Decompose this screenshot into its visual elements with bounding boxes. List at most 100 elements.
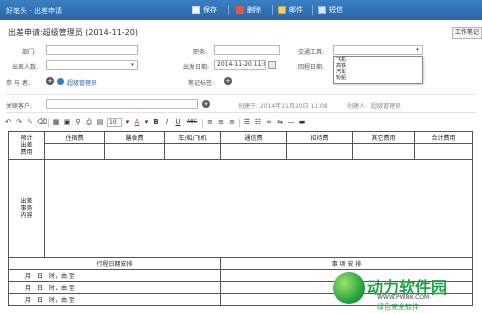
toolbar-separator (48, 118, 49, 127)
title-bar: 好笔头 - 出差申请 保存 删除 邮件 短信 (0, 0, 482, 20)
toolbar-divider (272, 5, 273, 15)
chevron-down-icon[interactable]: ▾ (144, 118, 149, 127)
table-header: 招待费 (286, 131, 353, 144)
strikethrough-button[interactable]: ABC (185, 118, 199, 127)
app-title: 好笔头 - 出差申请 (6, 7, 62, 15)
insert-link-icon[interactable]: ∞ (265, 118, 273, 127)
page-title: 出差申请:超级管理员 (2014-11-20) (8, 28, 138, 37)
chevron-down-icon[interactable]: ▾ (414, 47, 421, 54)
department-label: 部门: (22, 49, 37, 56)
image-icon[interactable]: ▣ (63, 118, 71, 127)
transport-label: 交通工具: (298, 49, 325, 56)
delete-label: 删除 (247, 6, 261, 14)
sms-button[interactable]: 短信 (318, 5, 343, 15)
underline-button[interactable]: U (174, 118, 182, 127)
participants-label: 参 与 者: (6, 80, 30, 87)
table-cell[interactable] (44, 143, 105, 160)
department-input[interactable] (46, 45, 138, 55)
people-label: 出差人数: (12, 64, 39, 71)
link-icon[interactable]: ⚲ (74, 118, 82, 127)
depart-date-label: 出发日期: (183, 64, 210, 71)
depart-date-input[interactable]: 2014-11-20 11:08 (214, 60, 266, 70)
items-content-cell[interactable] (44, 159, 473, 258)
table-icon[interactable]: ▦ (52, 118, 60, 127)
align-right-icon[interactable]: ≡ (228, 118, 236, 127)
unordered-list-icon[interactable]: ☷ (254, 118, 262, 127)
budget-label: 预计出差费用 (20, 135, 33, 156)
align-center-icon[interactable]: ≡ (217, 118, 225, 127)
clear-format-icon[interactable]: ⌫ (37, 118, 47, 127)
budget-label-cell: 预计出差费用 (8, 131, 45, 160)
toolbar-separator (239, 118, 240, 127)
logo-ball-icon (333, 272, 365, 304)
toolbar-separator (202, 118, 203, 127)
mail-button[interactable]: 邮件 (278, 5, 303, 15)
table-header: 车/船/飞机 (164, 131, 221, 144)
save-icon (192, 6, 200, 14)
matters-header: 事 项 安 排 (220, 257, 473, 270)
undo-icon[interactable]: ↶ (4, 118, 12, 127)
delete-icon (236, 6, 244, 14)
table-cell[interactable] (220, 143, 287, 160)
table-header: 膳食费 (104, 131, 165, 144)
position-label: 职务: (193, 49, 208, 56)
participant-link[interactable]: 超级管理员 (67, 78, 97, 87)
redo-icon[interactable]: ↷ (15, 118, 23, 127)
preview-icon[interactable]: ▤ (96, 118, 104, 127)
add-participant-icon[interactable]: + (46, 77, 54, 85)
format-painter-icon[interactable]: ✎ (26, 118, 34, 127)
schedule-row[interactable]: 月 日 时，由 至 (8, 269, 221, 282)
table-cell[interactable] (414, 143, 473, 160)
note-tags-label: 笔记标签: (188, 80, 215, 87)
delete-button[interactable]: 删除 (236, 5, 261, 15)
editor-toolbar: ↶ ↷ ✎ ⌫ ▦ ▣ ⚲ ⎙ ▤ 10 ▾ A ▾ B I U ABC ≡ ≡… (4, 117, 480, 128)
font-color-icon[interactable]: A (133, 118, 141, 127)
table-header: 住宿费 (44, 131, 105, 144)
schedule-header: 行程日期安排 (8, 257, 221, 270)
watermark-url: WWW.PW88.COM (377, 294, 430, 301)
add-tag-icon[interactable]: + (224, 77, 232, 85)
save-label: 保存 (203, 6, 217, 14)
italic-button[interactable]: I (163, 118, 171, 127)
source-icon[interactable]: ▬ (298, 118, 306, 127)
divider (6, 94, 476, 95)
table-cell[interactable] (164, 143, 221, 160)
transport-dropdown-list: 飞机 高铁 汽车 轮船 (333, 56, 423, 84)
mail-label: 邮件 (289, 6, 303, 14)
add-customer-icon[interactable]: + (202, 100, 210, 108)
schedule-row[interactable]: 月 日 时，由 至 (8, 281, 221, 294)
table-cell[interactable] (352, 143, 415, 160)
table-header: 其它费用 (352, 131, 415, 144)
align-left-icon[interactable]: ≡ (206, 118, 214, 127)
schedule-row[interactable]: 月 日 时，由 至 (8, 293, 221, 306)
toolbar-divider (228, 5, 229, 15)
table-cell[interactable] (104, 143, 165, 160)
people-select[interactable]: ▾ (46, 60, 138, 70)
sms-label: 短信 (329, 6, 343, 14)
items-label: 出差事务内容 (20, 198, 33, 219)
unlink-icon[interactable]: ⇋ (276, 118, 284, 127)
divider (6, 112, 476, 113)
horizontal-rule-icon[interactable]: — (287, 118, 295, 127)
watermark-logo: 动力软件园 WWW.PW88.COM 绿色安全软件 (333, 270, 473, 314)
position-input[interactable] (214, 45, 280, 55)
transport-select[interactable]: ▾ (333, 45, 423, 55)
return-date-label: 回程日期: (298, 64, 325, 71)
table-cell[interactable] (286, 143, 353, 160)
font-size-select[interactable]: 10 (107, 118, 122, 127)
calendar-icon[interactable] (268, 61, 276, 69)
transport-option[interactable]: 轮船 (334, 75, 422, 81)
save-button[interactable]: 保存 (192, 5, 217, 15)
created-at-label: 创建于: 2014年11月20日 11:08 (238, 103, 328, 110)
table-header: 通信费 (220, 131, 287, 144)
table-header: 合计费用 (414, 131, 473, 144)
bold-button[interactable]: B (152, 118, 160, 127)
print-icon[interactable]: ⎙ (85, 118, 93, 127)
customer-input[interactable] (46, 99, 198, 109)
ordered-list-icon[interactable]: ☰ (243, 118, 251, 127)
chevron-down-icon[interactable]: ▾ (129, 62, 136, 69)
chevron-down-icon[interactable]: ▾ (125, 118, 130, 127)
work-notes-button[interactable]: 工作笔记 (452, 27, 482, 39)
watermark-slogan: 绿色安全软件 (377, 303, 419, 311)
sms-icon (318, 6, 326, 14)
